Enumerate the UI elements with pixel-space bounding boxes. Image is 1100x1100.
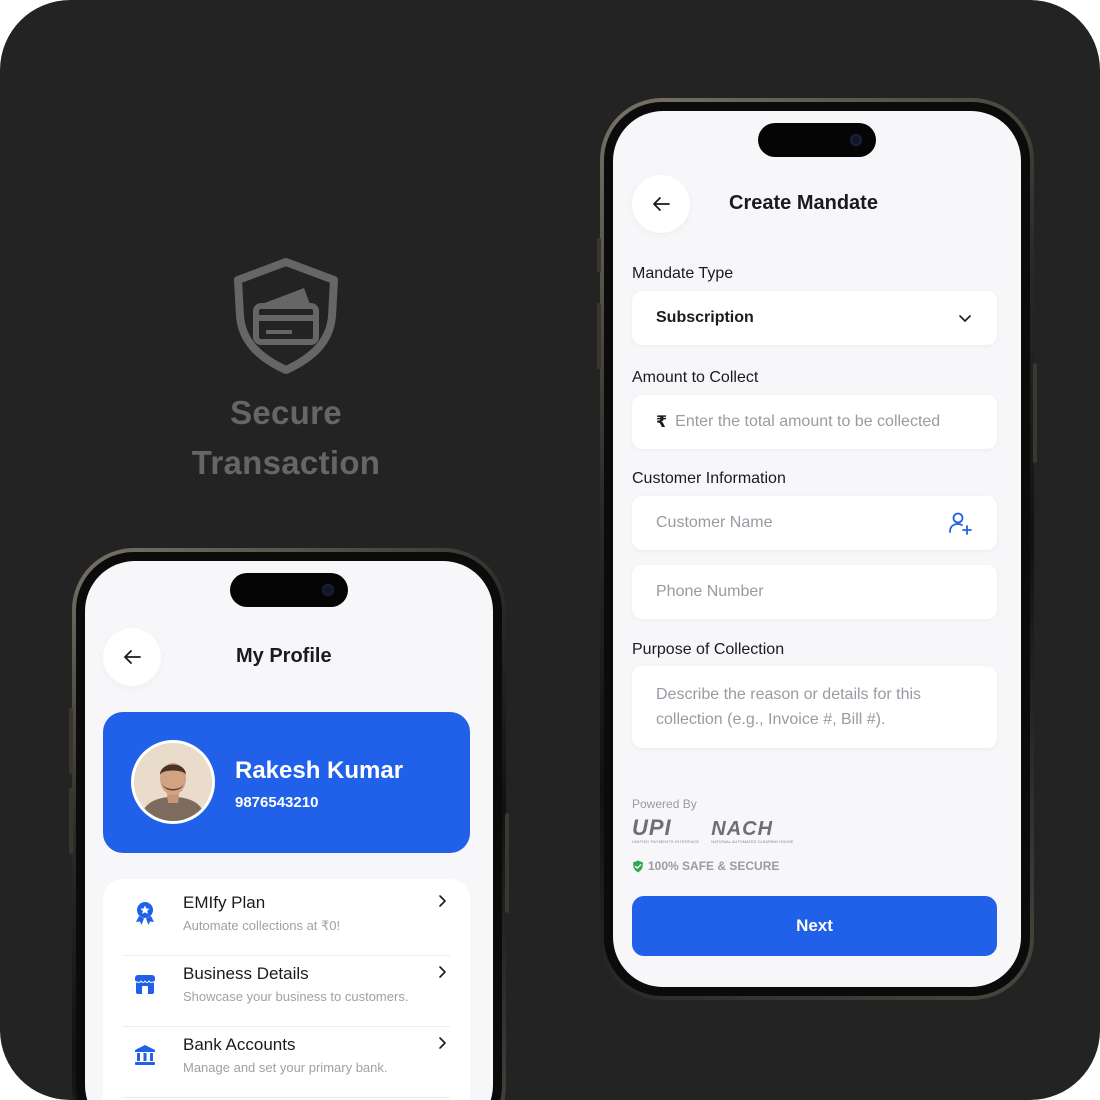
nach-logo: NACH NATIONAL AUTOMATED CLEARING HOUSE bbox=[711, 818, 794, 844]
shield-check-icon bbox=[633, 860, 643, 872]
side-button bbox=[597, 238, 601, 272]
profile-card[interactable]: Rakesh Kumar 9876543210 bbox=[103, 712, 470, 853]
side-button bbox=[69, 788, 73, 854]
side-button bbox=[1033, 363, 1037, 463]
chevron-right-icon bbox=[439, 966, 446, 978]
phone-create-mandate: Create Mandate Mandate Type Subscription… bbox=[597, 98, 1037, 1000]
bank-icon bbox=[131, 1041, 159, 1069]
upi-logo: UPI UNIFIED PAYMENTS INTERFACE bbox=[632, 815, 700, 845]
hero-title-line2: Transaction bbox=[191, 444, 381, 481]
customer-name-input[interactable]: Customer Name bbox=[632, 496, 997, 550]
back-button[interactable] bbox=[103, 628, 161, 686]
side-button bbox=[69, 708, 73, 774]
rupee-icon: ₹ bbox=[656, 414, 668, 431]
side-button bbox=[597, 303, 601, 369]
dynamic-island bbox=[230, 573, 348, 607]
phone-my-profile: My Profile Rakesh Kumar 9876543210 EMIfy… bbox=[69, 548, 509, 1100]
menu-item-business-details[interactable]: Business Details Showcase your business … bbox=[123, 950, 450, 1021]
profile-menu: EMIfy Plan Automate collections at ₹0! B… bbox=[103, 879, 470, 1100]
safe-badge: 100% SAFE & SECURE bbox=[632, 859, 779, 873]
phone-number-placeholder: Phone Number bbox=[656, 583, 764, 600]
create-mandate-screen: Create Mandate Mandate Type Subscription… bbox=[613, 111, 1021, 987]
purpose-textarea[interactable]: Describe the reason or details for this … bbox=[632, 666, 997, 748]
chevron-right-icon bbox=[439, 1037, 446, 1049]
amount-placeholder: Enter the total amount to be collected bbox=[675, 413, 941, 430]
amount-input[interactable]: ₹ Enter the total amount to be collected bbox=[632, 395, 997, 449]
arrow-left-icon bbox=[653, 197, 670, 211]
divider bbox=[123, 1097, 450, 1098]
profile-name: Rakesh Kumar bbox=[235, 757, 404, 784]
avatar bbox=[131, 740, 215, 824]
payment-logos: UPI UNIFIED PAYMENTS INTERFACE NACH NATI… bbox=[632, 815, 794, 845]
menu-item-emify-plan[interactable]: EMIfy Plan Automate collections at ₹0! bbox=[123, 879, 450, 950]
canvas: Secure Transaction Create Mandate Mandat… bbox=[0, 0, 1100, 1100]
back-button[interactable] bbox=[632, 175, 690, 233]
phone-number-input[interactable]: Phone Number bbox=[632, 565, 997, 619]
profile-phone: 9876543210 bbox=[235, 794, 319, 811]
arrow-left-icon bbox=[124, 650, 141, 664]
page-title: My Profile bbox=[236, 645, 332, 667]
page-title: Create Mandate bbox=[729, 192, 878, 214]
menu-item-bank-accounts[interactable]: Bank Accounts Manage and set your primar… bbox=[123, 1021, 450, 1092]
badge-icon bbox=[131, 899, 159, 927]
chevron-right-icon bbox=[439, 895, 446, 907]
purpose-placeholder: Describe the reason or details for this … bbox=[656, 686, 922, 728]
shield-card-icon bbox=[234, 258, 338, 374]
dynamic-island bbox=[758, 123, 876, 157]
customer-name-placeholder: Customer Name bbox=[656, 514, 773, 531]
amount-label: Amount to Collect bbox=[632, 369, 759, 386]
customer-info-label: Customer Information bbox=[632, 470, 786, 487]
purpose-label: Purpose of Collection bbox=[632, 641, 785, 658]
mandate-type-label: Mandate Type bbox=[632, 265, 734, 282]
powered-by-label: Powered By bbox=[632, 797, 697, 811]
hero: Secure Transaction bbox=[150, 258, 422, 488]
mandate-type-select[interactable]: Subscription bbox=[632, 291, 997, 345]
mandate-type-value: Subscription bbox=[656, 309, 754, 326]
add-contact-icon[interactable] bbox=[947, 510, 973, 536]
chevron-down-icon bbox=[959, 315, 971, 322]
side-button bbox=[505, 813, 509, 913]
hero-title-line1: Secure bbox=[230, 394, 342, 431]
my-profile-screen: My Profile Rakesh Kumar 9876543210 EMIfy… bbox=[85, 561, 493, 1100]
next-button[interactable]: Next bbox=[632, 896, 997, 956]
store-icon bbox=[131, 970, 159, 998]
